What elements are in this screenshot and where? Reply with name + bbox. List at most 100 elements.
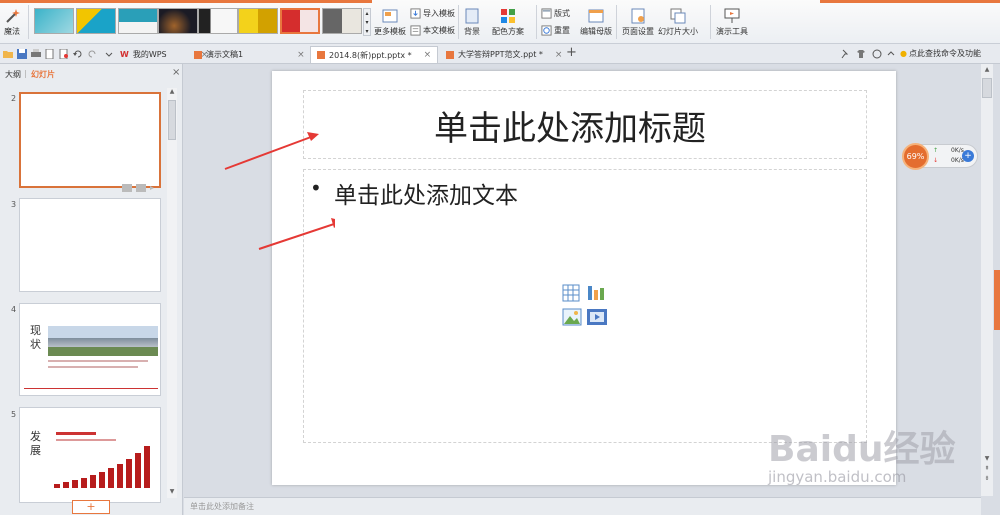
baidu-jingyan-watermark: Baidu经验 jingyan.baidu.com — [760, 420, 960, 510]
insert-picture-icon[interactable] — [562, 308, 582, 326]
slide-scrollbar[interactable]: ▲ ▼ ⇞ ⇟ — [981, 64, 993, 496]
template-thumb-8[interactable] — [322, 8, 362, 34]
template-thumb-7[interactable] — [280, 8, 320, 34]
title-placeholder[interactable]: 单击此处添加标题 — [303, 90, 867, 159]
slide-size-button[interactable]: 幻灯片大小 — [658, 8, 698, 37]
magic-wand-icon — [6, 9, 20, 23]
skin-icon[interactable] — [856, 49, 866, 59]
template-thumb-3[interactable] — [118, 8, 158, 34]
template-thumb-1[interactable] — [34, 8, 74, 34]
insert-chart-icon[interactable] — [586, 282, 606, 302]
text-line — [48, 360, 148, 362]
slide-side-heading: 发展 — [30, 430, 41, 457]
panel-tab-separator: | — [24, 69, 27, 78]
slide-thumbnail-2[interactable] — [19, 92, 161, 188]
scroll-up-icon[interactable]: ▲ — [981, 66, 993, 76]
memory-percent-badge: 69% — [902, 143, 929, 170]
collapse-ribbon-icon[interactable] — [886, 49, 896, 59]
accelerate-button[interactable]: + — [962, 150, 974, 162]
magic-button[interactable]: 魔法 — [4, 8, 20, 37]
slide-number: 5 — [11, 410, 17, 419]
pin-icon[interactable] — [840, 49, 850, 59]
command-search[interactable]: ● 点此查找命令及功能 — [900, 48, 981, 59]
new-tab-icon[interactable]: + — [566, 45, 577, 60]
tab-2014-pptx[interactable]: 2014.8(新)ppt.pptx * × — [310, 46, 439, 63]
ribbon-accent-bar — [0, 0, 372, 3]
slide-thumbnail-3[interactable] — [19, 198, 161, 292]
redo-icon[interactable] — [87, 49, 97, 59]
close-icon[interactable]: × — [297, 50, 305, 60]
template-thumb-2[interactable] — [76, 8, 116, 34]
panel-scrollbar[interactable]: ▲ ▼ — [167, 88, 177, 498]
network-speed-widget[interactable]: 69% ↑ 0K/s ↓ 0K/s + — [902, 143, 978, 170]
ribbon-accent-bar-right — [820, 0, 1000, 3]
tab-slides[interactable]: 幻灯片 — [31, 69, 55, 80]
template-thumb-4[interactable] — [158, 8, 198, 34]
import-template-button[interactable]: 导入模板 — [410, 8, 455, 19]
template-thumb-6[interactable] — [238, 8, 278, 34]
more-templates-label: 更多模板 — [374, 27, 406, 36]
presentation-icon — [724, 8, 740, 23]
undo-icon[interactable] — [73, 49, 83, 59]
this-doc-template-button[interactable]: 本文模板 — [410, 25, 455, 36]
dropdown-arrow-icon[interactable] — [104, 49, 114, 59]
insert-media-icon[interactable] — [586, 308, 608, 326]
slide-scroll-thumb[interactable] — [982, 78, 992, 98]
slide-thumbnail-5[interactable]: 发展 — [19, 407, 161, 503]
edit-master-button[interactable]: 编辑母版 — [580, 8, 612, 37]
bar-chart-thumbnail — [54, 432, 150, 488]
ribbon-toolbar: 魔法 ▴▾▾ 更多模板 导入模板 本文模板 背景 配色方案 版式 重置 编辑 — [0, 0, 1000, 44]
tab-defense-ppt[interactable]: 大学答辩PPT范文.ppt * × — [440, 46, 568, 63]
background-label: 背景 — [464, 27, 480, 36]
help-icon[interactable] — [872, 49, 882, 59]
more-templates-button[interactable]: 更多模板 — [374, 8, 406, 37]
text-line — [48, 366, 138, 368]
panel-scroll-thumb[interactable] — [168, 100, 176, 140]
side-collapse-tab[interactable] — [994, 270, 1000, 330]
scroll-down-icon[interactable]: ▼ — [167, 488, 177, 497]
reset-button[interactable]: 重置 — [541, 25, 570, 36]
page-setup-label: 页面设置 — [622, 27, 654, 36]
add-slide-button[interactable]: + — [72, 500, 110, 514]
page-setup-button[interactable]: 页面设置 — [622, 8, 654, 37]
close-icon[interactable]: × — [424, 50, 432, 60]
watermark-url: jingyan.baidu.com — [768, 468, 907, 486]
layout-icon — [541, 8, 552, 19]
close-icon[interactable]: × — [555, 50, 563, 60]
divider — [28, 5, 29, 39]
footer-line — [24, 388, 158, 389]
color-scheme-button[interactable]: 配色方案 — [492, 8, 524, 37]
scroll-up-icon[interactable]: ▲ — [167, 88, 177, 97]
presentation-tools-button[interactable]: 演示工具 — [716, 8, 748, 37]
slide-thumbnail-4[interactable]: 现状 — [19, 303, 161, 396]
folder-icon[interactable] — [3, 49, 13, 59]
template-icon — [382, 9, 398, 23]
divider — [616, 5, 617, 39]
export-pdf-icon[interactable] — [59, 49, 69, 59]
divider — [710, 5, 711, 39]
close-panel-icon[interactable]: × — [172, 67, 180, 78]
thumbnail-action-icons[interactable] — [122, 183, 156, 193]
reset-label: 重置 — [554, 26, 570, 35]
content-placeholder[interactable]: • 单击此处添加文本 — [303, 169, 867, 443]
layout-label: 版式 — [554, 9, 570, 18]
gallery-scroll[interactable]: ▴ ▾ ▾ — [363, 8, 371, 36]
upload-arrow-icon: ↑ — [933, 147, 939, 154]
save-icon[interactable] — [17, 49, 27, 59]
tab-label: 大学答辩PPT范文.ppt * — [458, 50, 543, 59]
page-setup-icon — [631, 8, 645, 24]
background-button[interactable]: 背景 — [464, 8, 480, 37]
doc-template-icon — [410, 25, 421, 36]
presentation-file-icon — [446, 50, 454, 59]
wps-logo-icon: W — [120, 50, 129, 59]
print-icon[interactable] — [31, 49, 41, 59]
tab-label: 演示文稿1 — [206, 50, 244, 59]
watermark-brand: Baidu经验 — [768, 429, 956, 470]
template-thumb-5[interactable] — [198, 8, 238, 34]
tab-presentation-1[interactable]: 演示文稿1 × — [188, 46, 311, 63]
page-nav-arrows[interactable]: ▼ ⇞ ⇟ — [981, 454, 993, 494]
tab-outline[interactable]: 大纲 — [5, 69, 21, 80]
insert-table-icon[interactable] — [562, 284, 580, 302]
layout-button[interactable]: 版式 — [541, 8, 570, 19]
print-preview-icon[interactable] — [45, 49, 55, 59]
